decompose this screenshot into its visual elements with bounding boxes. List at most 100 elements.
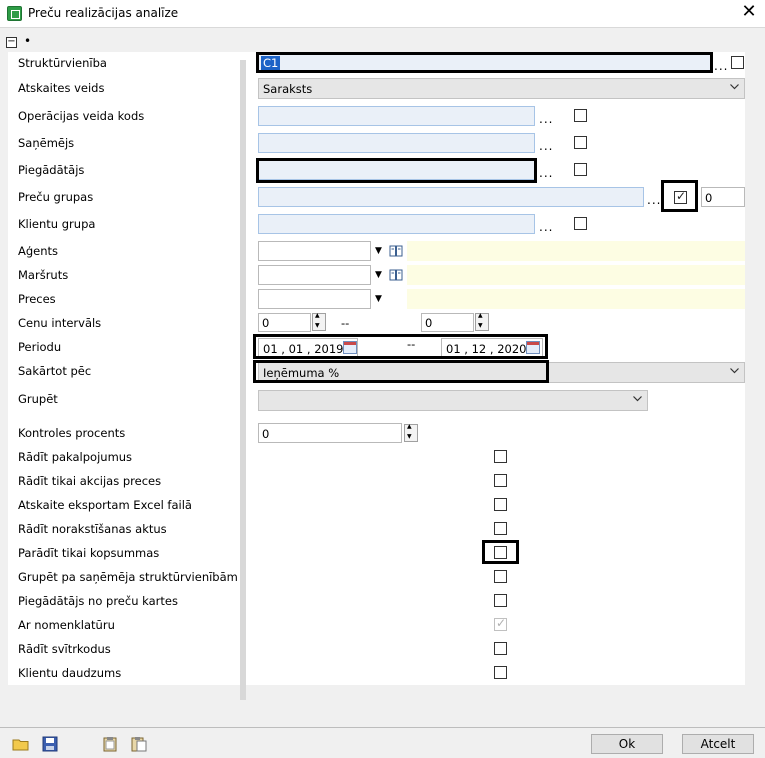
book-icon[interactable] xyxy=(389,269,403,281)
operacijas-veida-kods-input[interactable] xyxy=(258,106,535,126)
option-checkbox-klientu-daudzums[interactable] xyxy=(494,666,507,679)
chevron-down-icon xyxy=(633,396,642,404)
piegadatajs-input[interactable] xyxy=(258,160,535,180)
label-option: Rādīt pakalpojumus xyxy=(18,450,133,464)
precu-grupas-checkbox[interactable] xyxy=(674,189,687,204)
periodu-separator: -- xyxy=(407,337,416,351)
clipboard-icon[interactable] xyxy=(101,736,119,752)
chevron-down-icon xyxy=(730,84,739,92)
label-option: Rādīt norakstīšanas aktus xyxy=(18,522,167,536)
open-folder-icon[interactable] xyxy=(12,736,30,752)
chevron-down-icon xyxy=(730,368,739,376)
label-option: Piegādātājs no preču kartes xyxy=(18,594,178,608)
calendar-icon[interactable] xyxy=(343,341,357,354)
label-grupet: Grupēt xyxy=(18,392,58,406)
label-option: Grupēt pa saņēmēja struktūrvienībām xyxy=(18,570,238,584)
label-kontroles-procents: Kontroles procents xyxy=(18,426,126,440)
label-periodu: Periodu xyxy=(18,340,62,354)
preces-combo[interactable] xyxy=(258,289,371,309)
strukturvieniba-input[interactable]: C1 xyxy=(258,54,711,72)
calendar-icon[interactable] xyxy=(526,341,540,354)
label-option: Ar nomenklatūru xyxy=(18,618,115,632)
label-operacijas-veida-kods: Operācijas veida kods xyxy=(18,109,145,123)
marsruts-combo[interactable] xyxy=(258,265,371,285)
operacijas-checkbox[interactable] xyxy=(574,109,587,122)
label-klientu-grupa: Klientu grupa xyxy=(18,217,96,231)
cenu-intervals-separator: -- xyxy=(341,316,350,330)
cenu-intervals-to-value: 0 xyxy=(425,316,433,330)
piegadatajs-browse[interactable]: ... xyxy=(539,166,553,180)
agents-name-field xyxy=(407,241,745,261)
sanemejs-browse[interactable]: ... xyxy=(539,139,553,153)
kontroles-procents-spinner[interactable] xyxy=(404,423,418,442)
label-option: Klientu daudzums xyxy=(18,666,122,680)
cenu-intervals-from-value: 0 xyxy=(262,316,270,330)
preces-name-field xyxy=(407,289,745,309)
piegadatajs-checkbox[interactable] xyxy=(574,163,587,176)
agents-combo[interactable] xyxy=(258,241,371,261)
option-checkbox-akcijas-preces[interactable] xyxy=(494,474,507,487)
paste-icon[interactable] xyxy=(130,736,148,752)
grupet-select[interactable] xyxy=(258,390,648,411)
label-cenu-intervals: Cenu intervāls xyxy=(18,316,102,330)
agents-dropdown-icon[interactable]: ▼ xyxy=(375,246,382,256)
label-option: Atskaite eksportam Excel failā xyxy=(18,498,192,512)
operacijas-browse[interactable]: ... xyxy=(539,112,553,126)
marsruts-dropdown-icon[interactable]: ▼ xyxy=(375,270,382,280)
cenu-intervals-from-input[interactable]: 0 xyxy=(258,313,311,332)
precu-grupas-count-value: 0 xyxy=(705,191,713,205)
label-marsruts: Maršruts xyxy=(18,268,69,282)
ok-button[interactable]: Ok xyxy=(591,734,663,754)
sanemejs-input[interactable] xyxy=(258,133,535,153)
cenu-to-spinner[interactable] xyxy=(475,312,489,331)
precu-grupas-count-input[interactable]: 0 xyxy=(701,187,745,207)
label-option: Rādīt tikai akcijas preces xyxy=(18,474,162,488)
atskaites-veids-select[interactable]: Saraksts xyxy=(258,78,745,99)
strukturvieniba-value: C1 xyxy=(261,56,281,70)
sakartot-pec-value: Ieņēmuma % xyxy=(263,366,340,380)
window-title: Preču realizācijas analīze xyxy=(28,6,179,20)
option-checkbox-kopsummas[interactable] xyxy=(494,546,507,559)
option-checkbox-svitrkodus[interactable] xyxy=(494,642,507,655)
kontroles-procents-input[interactable]: 0 xyxy=(258,423,402,443)
footer-divider xyxy=(0,727,765,728)
label-sanemejs: Saņēmējs xyxy=(18,136,75,150)
option-checkbox-radit-pakalpojumus[interactable] xyxy=(494,450,507,463)
klientu-grupa-browse[interactable]: ... xyxy=(539,220,553,234)
preces-dropdown-icon[interactable]: ▼ xyxy=(375,294,382,304)
precu-grupas-browse[interactable]: ... xyxy=(647,193,661,207)
klientu-grupa-input[interactable] xyxy=(258,214,535,234)
sakartot-pec-select[interactable]: Ieņēmuma % xyxy=(258,362,745,383)
label-agents: Aģents xyxy=(18,244,59,258)
save-icon[interactable] xyxy=(41,736,59,752)
cenu-intervals-to-input[interactable]: 0 xyxy=(421,313,474,332)
option-checkbox-excel[interactable] xyxy=(494,498,507,511)
periodu-from-value: 01 , 01 , 2019 xyxy=(263,342,344,356)
close-icon[interactable]: ✕ xyxy=(739,2,759,22)
label-strukturvieniba: Struktūrvienība xyxy=(18,56,107,70)
label-piegadatajs: Piegādātājs xyxy=(18,163,85,177)
option-checkbox-nomenklaturu xyxy=(494,616,507,631)
option-checkbox-preces-kartes[interactable] xyxy=(494,594,507,607)
cenu-from-spinner[interactable] xyxy=(312,312,326,331)
label-option: Rādīt svītrkodus xyxy=(18,642,111,656)
label-atskaites-veids: Atskaites veids xyxy=(18,81,105,95)
book-icon[interactable] xyxy=(389,245,403,257)
marsruts-name-field xyxy=(407,265,745,285)
kontroles-procents-value: 0 xyxy=(262,427,270,441)
klientu-grupa-checkbox[interactable] xyxy=(574,217,587,230)
periodu-to-value: 01 , 12 , 2020 xyxy=(446,342,527,356)
title-bar: Preču realizācijas analīze ✕ xyxy=(0,0,765,28)
strukturvieniba-checkbox[interactable] xyxy=(731,56,744,69)
precu-grupas-input[interactable] xyxy=(258,187,644,207)
label-sakartot-pec: Sakārtot pēc xyxy=(18,364,92,378)
strukturvieniba-browse[interactable]: ... xyxy=(714,59,728,73)
atskaites-veids-value: Saraksts xyxy=(263,82,313,96)
cancel-button[interactable]: Atcelt xyxy=(682,734,754,754)
option-checkbox-strukturvienibam[interactable] xyxy=(494,570,507,583)
label-divider xyxy=(240,60,246,700)
sanemejs-checkbox[interactable] xyxy=(574,136,587,149)
option-checkbox-norakstisanas[interactable] xyxy=(494,522,507,535)
collapse-icon[interactable]: − xyxy=(6,37,17,48)
label-preces: Preces xyxy=(18,292,56,306)
